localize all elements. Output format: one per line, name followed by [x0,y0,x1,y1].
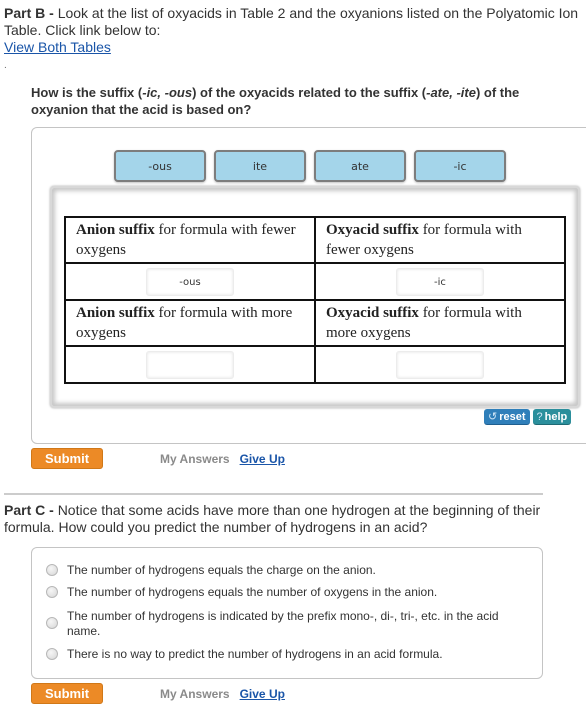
suffix-table: Anion suffix for formula with fewer oxyg… [64,216,566,384]
choice-label: The number of hydrogens equals the numbe… [67,585,438,599]
table-cell-anion-fewer: Anion suffix for formula with fewer oxyg… [64,216,316,264]
part-b-my-answers: My Answers [160,451,230,466]
question-text: ) of the oxyacids related to the suffix … [192,85,427,100]
chip-ate[interactable]: ate [314,150,406,182]
table-cell: -ic [314,262,566,301]
drop-target-anion-more[interactable] [146,350,234,379]
part-c-give-up-link[interactable]: Give Up [240,687,285,701]
part-c-submit-button[interactable]: Submit [31,683,103,704]
drop-target-oxyacid-fewer[interactable]: -ic [396,267,484,296]
cell-bold: Anion suffix [76,222,155,238]
table-cell-oxyacid-more: Oxyacid suffix for formula with more oxy… [314,299,566,347]
view-both-tables-link[interactable]: View Both Tables [4,39,111,55]
table-cell-anion-more: Anion suffix for formula with more oxyge… [64,299,316,347]
choice-option-1[interactable]: The number of hydrogens equals the charg… [46,563,512,578]
part-b-question: How is the suffix (-ic, -ous) of the oxy… [31,84,541,118]
choice-label: There is no way to predict the number of… [67,647,443,661]
part-b-give-up-link[interactable]: Give Up [240,452,285,466]
drop-target-anion-fewer[interactable]: -ous [146,267,234,296]
drop-target-oxyacid-more[interactable] [396,350,484,379]
table-row [64,345,566,384]
table-row: Anion suffix for formula with more oxyge… [64,299,566,347]
reset-label: reset [499,410,526,423]
part-b-intro: Part B - Look at the list of oxyacids in… [4,5,584,56]
reset-button[interactable]: ↺ reset [484,409,530,425]
choice-option-4[interactable]: There is no way to predict the number of… [46,647,512,662]
table-cell-oxyacid-fewer: Oxyacid suffix for formula with fewer ox… [314,216,566,264]
part-c-intro: Part C - Notice that some acids have mor… [4,502,579,536]
table-row: Anion suffix for formula with fewer oxyg… [64,216,566,264]
part-b-submit-button[interactable]: Submit [31,448,103,469]
section-divider [4,493,543,495]
separator-dot: . [4,60,7,71]
help-label: help [544,410,568,423]
part-b-label: Part B - [4,5,58,21]
cell-bold: Oxyacid suffix [326,222,419,238]
radio-button[interactable] [46,564,58,576]
table-cell [314,345,566,384]
answer-chips: -ous ite ate -ic [114,150,506,182]
help-icon: ? [536,410,543,423]
radio-button[interactable] [46,586,58,598]
choice-label: The number of hydrogens is indicated by … [67,609,499,638]
radio-button[interactable] [46,648,58,660]
choices-panel: The number of hydrogens equals the charg… [31,547,543,679]
part-c-label: Part C - [4,502,58,518]
choice-label: The number of hydrogens equals the charg… [67,563,376,577]
chip-ic[interactable]: -ic [414,150,506,182]
part-b-actions: Submit My Answers Give Up [31,448,285,469]
table-row: -ous -ic [64,262,566,301]
choice-option-3[interactable]: The number of hydrogens is indicated by … [46,609,512,639]
question-acid-suffixes: -ic, -ous [142,85,193,100]
tool-buttons: ↺ reset ? help [484,409,572,425]
reset-icon: ↺ [488,410,498,423]
radio-button[interactable] [46,617,58,629]
table-cell: -ous [64,262,316,301]
part-c-my-answers: My Answers [160,686,230,701]
question-anion-suffixes: -ate, -ite [426,85,476,100]
choice-option-2[interactable]: The number of hydrogens equals the numbe… [46,585,512,600]
part-b-text: Look at the list of oxyacids in Table 2 … [4,5,579,38]
chip-ous[interactable]: -ous [114,150,206,182]
part-c-actions: Submit My Answers Give Up [31,683,285,704]
table-cell [64,345,316,384]
cell-bold: Anion suffix [76,305,155,321]
chip-ite[interactable]: ite [214,150,306,182]
part-c-text: Notice that some acids have more than on… [4,502,541,535]
cell-bold: Oxyacid suffix [326,305,419,321]
help-button[interactable]: ? help [532,409,572,425]
question-text: How is the suffix ( [31,85,143,100]
